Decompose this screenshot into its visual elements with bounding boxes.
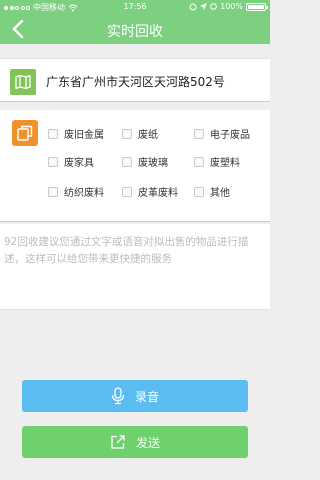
checkbox[interactable] xyxy=(194,156,204,167)
checkbox[interactable] xyxy=(122,186,132,197)
status-bar: 中国移动 17:56 100% xyxy=(0,0,270,14)
location-icon xyxy=(200,3,208,10)
microphone-icon xyxy=(111,387,125,405)
record-label: 录音 xyxy=(134,389,159,404)
category-option[interactable]: 废玻璃 xyxy=(122,154,168,169)
description-input[interactable]: 92回收建议您通过文字或语音对拟出售的物品进行描述，这样可以给您带来更快捷的服务 xyxy=(0,224,270,310)
checkbox[interactable] xyxy=(194,128,204,139)
category-option[interactable]: 皮革废料 xyxy=(122,184,178,199)
category-option[interactable]: 电子废品 xyxy=(194,126,250,141)
address-row[interactable]: 广东省广州市天河区天河路502号 xyxy=(0,58,270,102)
record-button[interactable]: 录音 xyxy=(22,380,248,412)
battery-icon xyxy=(246,2,268,11)
share-icon xyxy=(111,435,125,449)
category-option[interactable]: 废纸 xyxy=(122,126,158,141)
checkbox[interactable] xyxy=(122,128,132,139)
category-label: 电子废品 xyxy=(210,130,250,141)
send-button[interactable]: 发送 xyxy=(22,426,248,458)
page-title: 实时回收 xyxy=(107,24,163,40)
category-label: 废家具 xyxy=(64,158,94,169)
category-label: 废旧金属 xyxy=(64,130,104,141)
checkbox[interactable] xyxy=(122,156,132,167)
category-label: 废塑料 xyxy=(210,158,240,169)
category-label: 废纸 xyxy=(138,130,158,141)
category-option[interactable]: 废旧金属 xyxy=(48,126,104,141)
checkbox[interactable] xyxy=(48,156,58,167)
address-text: 广东省广州市天河区天河路502号 xyxy=(46,75,225,89)
battery-percent: 100% xyxy=(220,2,243,11)
category-label: 皮革废料 xyxy=(138,188,178,199)
category-option[interactable]: 废塑料 xyxy=(194,154,240,169)
lock-rotation-icon xyxy=(189,3,197,10)
category-option[interactable]: 纺织废料 xyxy=(48,184,104,199)
checkbox[interactable] xyxy=(48,128,58,139)
category-option[interactable]: 废家具 xyxy=(48,154,94,169)
nav-bar: 实时回收 xyxy=(0,14,270,44)
checkbox[interactable] xyxy=(48,186,58,197)
description-placeholder: 92回收建议您通过文字或语音对拟出售的物品进行描述，这样可以给您带来更快捷的服务 xyxy=(4,236,249,265)
category-label: 废玻璃 xyxy=(138,158,168,169)
category-option[interactable]: 其他 xyxy=(194,184,230,199)
category-icon xyxy=(12,120,38,146)
map-icon xyxy=(10,69,36,95)
category-label: 其他 xyxy=(210,188,230,199)
category-panel: 废旧金属 废纸 电子废品 废家具 废玻璃 废塑料 纺织废料 皮革废料 其他 xyxy=(0,110,270,222)
alarm-icon xyxy=(210,3,217,10)
send-label: 发送 xyxy=(135,435,160,450)
checkbox[interactable] xyxy=(194,186,204,197)
category-label: 纺织废料 xyxy=(64,188,104,199)
